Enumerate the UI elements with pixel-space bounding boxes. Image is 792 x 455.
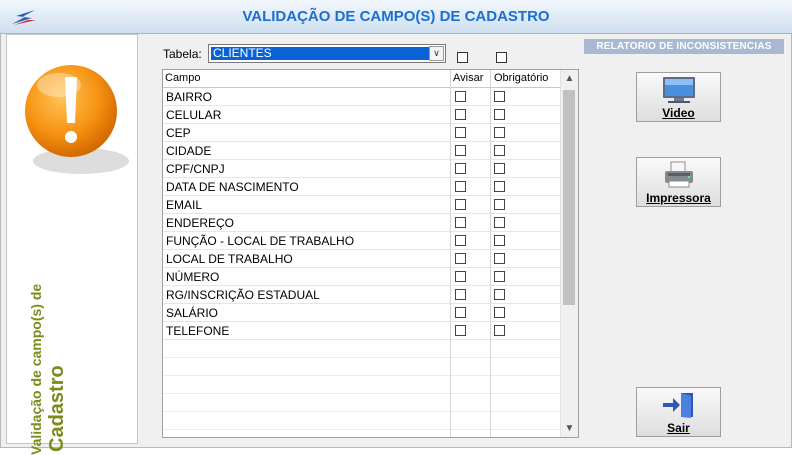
table-row[interactable]: ENDEREÇO xyxy=(163,214,560,232)
grid-header: Campo Avisar Obrigatório xyxy=(163,70,560,88)
printer-icon xyxy=(665,161,693,188)
avisar-checkbox[interactable] xyxy=(455,181,466,192)
obrigatorio-checkbox[interactable] xyxy=(494,253,505,264)
video-label: Video xyxy=(662,106,695,120)
vertical-scrollbar[interactable]: ▲ ▼ xyxy=(560,70,578,437)
table-row[interactable]: CPF/CNPJ xyxy=(163,160,560,178)
table-row[interactable]: RG/INSCRIÇÃO ESTADUAL xyxy=(163,286,560,304)
report-header: RELATORIO DE INCONSISTENCIAS xyxy=(584,39,784,54)
table-row[interactable]: EMAIL xyxy=(163,196,560,214)
avisar-checkbox[interactable] xyxy=(455,109,466,120)
obrigatorio-checkbox[interactable] xyxy=(494,235,505,246)
side-title-line1: Validação de campo(s) de xyxy=(28,283,44,455)
obrigatorio-checkbox[interactable] xyxy=(494,199,505,210)
column-separator xyxy=(450,70,451,437)
avisar-checkbox[interactable] xyxy=(455,163,466,174)
empty-row xyxy=(163,340,560,358)
campo-cell: CEP xyxy=(166,126,191,140)
table-row[interactable]: LOCAL DE TRABALHO xyxy=(163,250,560,268)
obrigatorio-checkbox[interactable] xyxy=(494,271,505,282)
obrigatorio-checkbox[interactable] xyxy=(494,109,505,120)
empty-row xyxy=(163,376,560,394)
obrigatorio-checkbox[interactable] xyxy=(494,289,505,300)
campo-cell: CIDADE xyxy=(166,144,212,158)
avisar-checkbox[interactable] xyxy=(455,271,466,282)
campo-cell: NÚMERO xyxy=(166,270,220,284)
table-row[interactable]: CELULAR xyxy=(163,106,560,124)
avisar-checkbox[interactable] xyxy=(455,91,466,102)
empty-row xyxy=(163,430,560,437)
monitor-icon xyxy=(663,77,695,103)
scroll-down-icon[interactable]: ▼ xyxy=(561,420,578,437)
tabela-select[interactable]: CLIENTES ∨ xyxy=(208,44,446,63)
tabela-label: Tabela: xyxy=(163,47,202,61)
empty-row xyxy=(163,358,560,376)
video-button[interactable]: Video xyxy=(636,72,721,122)
avisar-checkbox[interactable] xyxy=(455,235,466,246)
printer-button[interactable]: Impressora xyxy=(636,157,721,207)
obrigatorio-checkbox[interactable] xyxy=(494,91,505,102)
scroll-thumb[interactable] xyxy=(563,90,575,305)
table-row[interactable]: BAIRRO xyxy=(163,88,560,106)
table-row[interactable]: CEP xyxy=(163,124,560,142)
obrigatorio-checkbox[interactable] xyxy=(494,163,505,174)
grid-body: Campo Avisar Obrigatório BAIRRO CELULAR CE… xyxy=(163,70,560,437)
avisar-checkbox[interactable] xyxy=(455,289,466,300)
avisar-checkbox[interactable] xyxy=(455,127,466,138)
header-obrigatorio: Obrigatório xyxy=(494,72,549,84)
side-title-line2: Cadastro xyxy=(46,365,68,452)
campo-cell: SALÁRIO xyxy=(166,306,219,320)
campo-cell: ENDEREÇO xyxy=(166,216,235,230)
campo-cell: EMAIL xyxy=(166,198,203,212)
avisar-checkbox[interactable] xyxy=(455,253,466,264)
table-row[interactable]: SALÁRIO xyxy=(163,304,560,322)
avisar-checkbox[interactable] xyxy=(455,145,466,156)
avisar-checkbox[interactable] xyxy=(455,325,466,336)
campo-cell: FUNÇÃO - LOCAL DE TRABALHO xyxy=(166,234,355,248)
table-row[interactable]: DATA DE NASCIMENTO xyxy=(163,178,560,196)
tabela-selected-value: CLIENTES xyxy=(211,47,429,60)
title-bar: VALIDAÇÃO DE CAMPO(S) DE CADASTRO xyxy=(0,0,792,34)
header-avisar: Avisar xyxy=(453,72,484,84)
exit-label: Sair xyxy=(667,421,690,435)
table-row[interactable]: CIDADE xyxy=(163,142,560,160)
campo-cell: CELULAR xyxy=(166,108,222,122)
chevron-down-icon[interactable]: ∨ xyxy=(429,46,444,61)
column-separator xyxy=(490,70,491,437)
avisar-checkbox[interactable] xyxy=(455,217,466,228)
obrigatorio-checkbox[interactable] xyxy=(494,217,505,228)
empty-row xyxy=(163,394,560,412)
obrigatorio-checkbox[interactable] xyxy=(494,145,505,156)
window-title: VALIDAÇÃO DE CAMPO(S) DE CADASTRO xyxy=(242,8,550,25)
campo-cell: LOCAL DE TRABALHO xyxy=(166,252,293,266)
campo-cell: BAIRRO xyxy=(166,90,213,104)
header-campo: Campo xyxy=(165,72,201,84)
obrigatorio-all-checkbox[interactable] xyxy=(496,52,507,63)
obrigatorio-checkbox[interactable] xyxy=(494,325,505,336)
avisar-checkbox[interactable] xyxy=(455,199,466,210)
fields-grid: Campo Avisar Obrigatório BAIRRO CELULAR CE… xyxy=(162,69,579,438)
exit-door-icon xyxy=(663,393,693,418)
campo-cell: CPF/CNPJ xyxy=(166,162,225,176)
table-row[interactable]: FUNÇÃO - LOCAL DE TRABALHO xyxy=(163,232,560,250)
campo-cell: TELEFONE xyxy=(166,324,230,338)
campo-cell: RG/INSCRIÇÃO ESTADUAL xyxy=(166,288,320,302)
obrigatorio-checkbox[interactable] xyxy=(494,127,505,138)
side-title: Validação de campo(s) de Cadastro xyxy=(28,155,69,455)
table-row[interactable]: NÚMERO xyxy=(163,268,560,286)
side-panel: Validação de campo(s) de Cadastro xyxy=(6,34,138,455)
scroll-up-icon[interactable]: ▲ xyxy=(561,70,578,87)
printer-label: Impressora xyxy=(646,191,711,205)
campo-cell: DATA DE NASCIMENTO xyxy=(166,180,299,194)
obrigatorio-checkbox[interactable] xyxy=(494,181,505,192)
avisar-checkbox[interactable] xyxy=(455,307,466,318)
exit-button[interactable]: Sair xyxy=(636,387,721,437)
table-row[interactable]: TELEFONE xyxy=(163,322,560,340)
obrigatorio-checkbox[interactable] xyxy=(494,307,505,318)
empty-row xyxy=(163,412,560,430)
avisar-all-checkbox[interactable] xyxy=(457,52,468,63)
